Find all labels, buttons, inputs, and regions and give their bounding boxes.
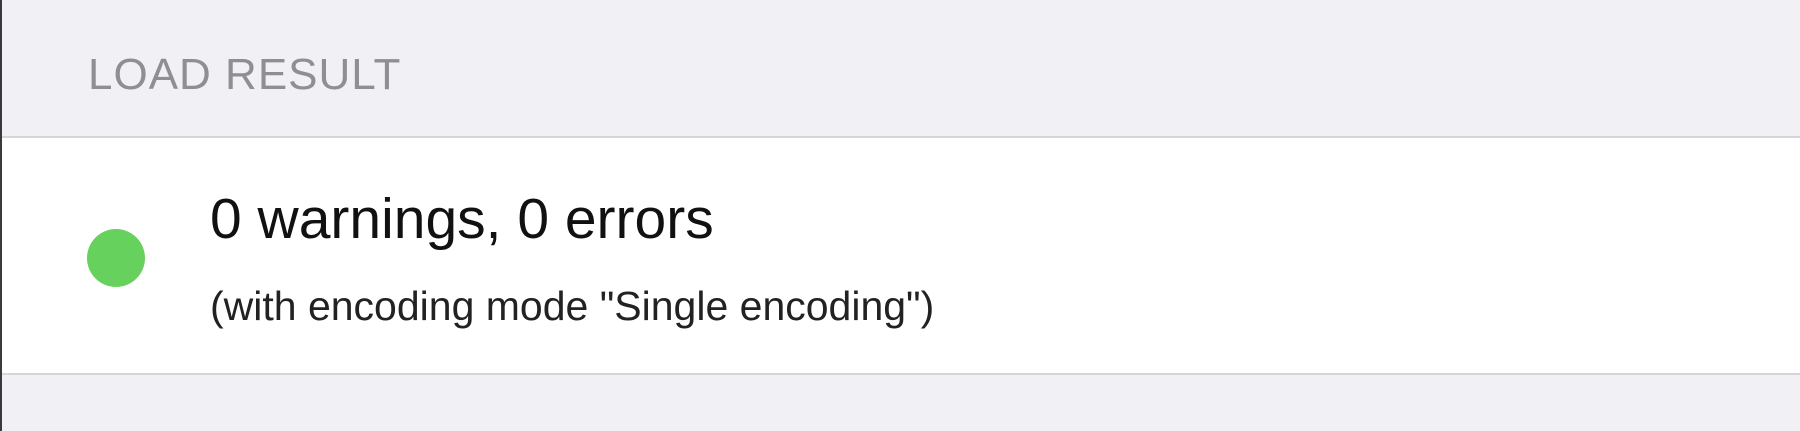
result-title: 0 warnings, 0 errors — [210, 187, 714, 251]
status-dot-icon — [87, 229, 145, 287]
section-header: LOAD RESULT — [2, 0, 1800, 136]
section-header-label: LOAD RESULT — [88, 50, 402, 99]
result-subtitle: (with encoding mode "Single encoding") — [210, 283, 935, 329]
background-area — [2, 375, 1800, 431]
load-result-cell: 0 warnings, 0 errors (with encoding mode… — [2, 136, 1800, 375]
load-result-screen: LOAD RESULT 0 warnings, 0 errors (with e… — [0, 0, 1800, 431]
